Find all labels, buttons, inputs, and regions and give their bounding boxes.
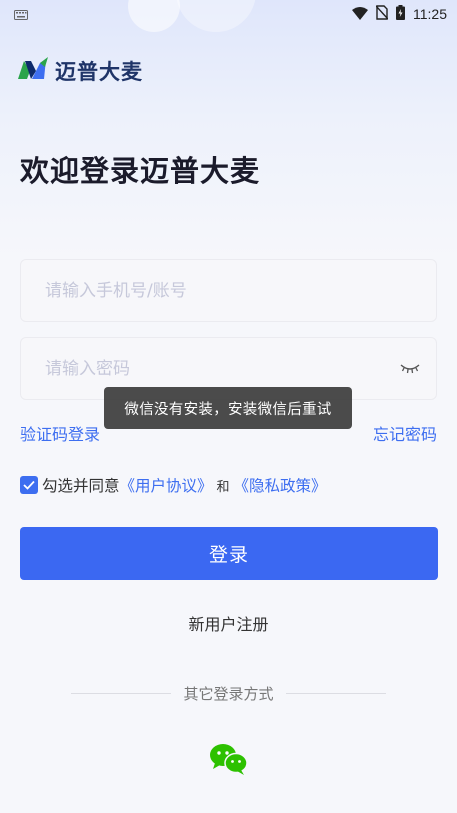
other-login-divider: 其它登录方式 <box>0 683 457 704</box>
wifi-icon <box>352 5 368 24</box>
keyboard-icon <box>14 5 28 24</box>
register-link[interactable]: 新用户注册 <box>0 611 457 635</box>
agreement-checkbox[interactable] <box>20 476 38 494</box>
logo-mark-icon <box>18 57 50 85</box>
forgot-password-link[interactable]: 忘记密码 <box>373 421 437 445</box>
toast-message: 微信没有安装，安装微信后重试 <box>104 387 352 429</box>
privacy-policy-link[interactable]: 《隐私政策》 <box>234 474 327 496</box>
header-background <box>0 0 457 260</box>
divider-line <box>285 693 386 694</box>
other-login-label: 其它登录方式 <box>183 685 274 703</box>
account-input[interactable] <box>21 260 436 321</box>
agreement-prefix: 勾选并同意 <box>42 477 120 495</box>
agreement-row: 勾选并同意 《用户协议》 和 《隐私政策》 <box>20 474 327 496</box>
battery-icon <box>396 4 405 24</box>
brand-logo: 迈普大麦 <box>18 56 143 86</box>
divider-line <box>71 693 172 694</box>
status-time: 11:25 <box>413 6 447 22</box>
status-bar: 11:25 <box>0 0 457 28</box>
no-sim-icon <box>375 4 389 24</box>
logo-text: 迈普大麦 <box>55 60 143 84</box>
user-agreement-link[interactable]: 《用户协议》 <box>120 474 213 496</box>
account-field <box>20 259 437 322</box>
wechat-icon[interactable] <box>209 742 249 776</box>
agreement-and: 和 <box>216 479 230 495</box>
eye-closed-icon[interactable] <box>398 358 422 380</box>
login-button[interactable]: 登录 <box>20 527 438 580</box>
page-title: 欢迎登录迈普大麦 <box>20 154 261 188</box>
sms-login-link[interactable]: 验证码登录 <box>20 421 100 445</box>
